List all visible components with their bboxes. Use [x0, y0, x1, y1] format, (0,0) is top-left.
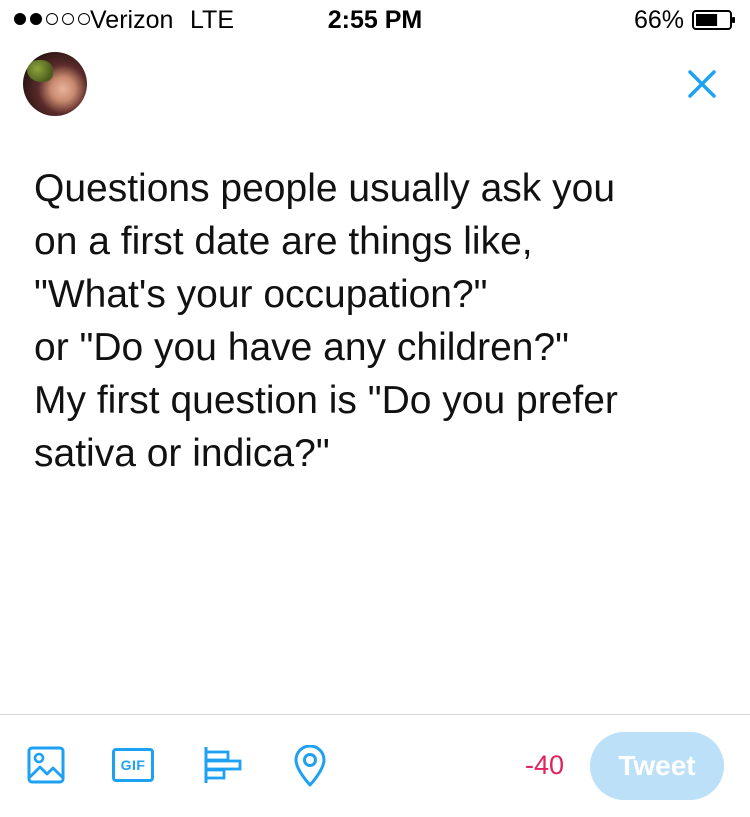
tweet-text-line: on a first date are things like, — [34, 220, 533, 263]
tweet-compose-input[interactable]: Questions people usually ask you on a fi… — [34, 162, 724, 480]
gif-label: GIF — [120, 757, 146, 773]
tweet-text-line: Questions people usually ask you — [34, 167, 616, 210]
location-icon[interactable] — [292, 745, 328, 787]
image-icon[interactable] — [26, 745, 66, 785]
tweet-button[interactable]: Tweet — [590, 732, 724, 800]
tweet-text-line: sativa or indica?" — [34, 432, 330, 475]
tweet-text-line: "What's your occupation?" — [34, 273, 488, 316]
avatar-leaf-detail — [27, 60, 53, 82]
battery-icon — [692, 10, 735, 30]
gif-icon[interactable]: GIF — [112, 748, 154, 782]
tweet-text-line: My first question is "Do you prefer — [34, 379, 618, 422]
character-counter: -40 — [524, 750, 564, 780]
toolbar-divider — [0, 714, 750, 715]
tweet-text-line: or "Do you have any children?" — [34, 326, 569, 369]
status-bar: Verizon LTE 2:55 PM 66% — [0, 0, 750, 40]
close-icon[interactable] — [682, 64, 722, 104]
avatar[interactable] — [23, 52, 87, 116]
poll-icon[interactable] — [203, 745, 243, 785]
battery-percentage: 66% — [633, 6, 684, 34]
tweet-button-label: Tweet — [618, 750, 696, 781]
